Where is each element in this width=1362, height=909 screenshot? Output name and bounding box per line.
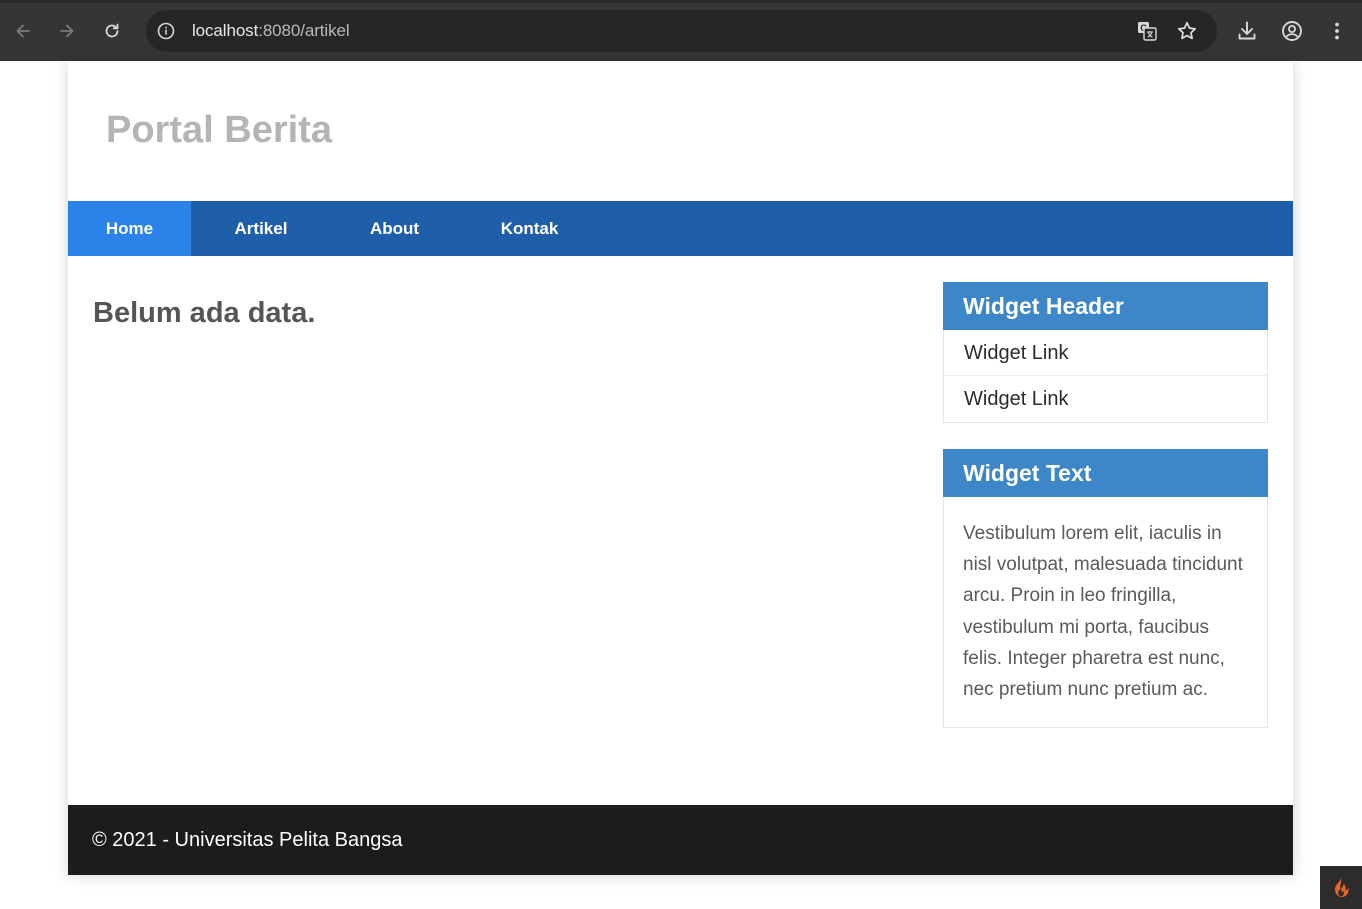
footer-copyright: © 2021 - Universitas Pelita Bangsa xyxy=(92,829,403,851)
menu-icon[interactable] xyxy=(1325,19,1349,43)
url-text[interactable]: localhost:8080/artikel xyxy=(192,21,350,41)
widget-text: Widget Text Vestibulum lorem elit, iacul… xyxy=(943,449,1268,729)
forward-button[interactable] xyxy=(52,16,82,46)
empty-state-message: Belum ada data. xyxy=(93,297,316,329)
reload-button[interactable] xyxy=(97,16,127,46)
debug-toolbar-toggle[interactable] xyxy=(1320,866,1362,909)
widget-link[interactable]: Widget Link xyxy=(944,376,1267,422)
widget-text-header: Widget Text xyxy=(943,449,1268,497)
site-header: Portal Berita xyxy=(68,61,1293,201)
reload-icon xyxy=(105,23,119,38)
forward-icon xyxy=(60,24,74,38)
download-icon[interactable] xyxy=(1235,19,1259,43)
url-host: localhost xyxy=(192,21,259,40)
profile-icon[interactable] xyxy=(1280,19,1304,43)
tab-strip-edge xyxy=(0,0,1362,3)
back-button[interactable] xyxy=(8,16,38,46)
url-path: :8080/artikel xyxy=(258,21,350,40)
nav-item-about[interactable]: About xyxy=(331,201,458,256)
flame-icon xyxy=(1335,875,1349,897)
widget-text-body: Vestibulum lorem elit, iaculis in nisl v… xyxy=(963,523,1243,701)
translate-icon[interactable]: G xyxy=(1136,20,1158,42)
address-bar[interactable]: localhost:8080/artikel G xyxy=(146,10,1217,52)
site-title: Portal Berita xyxy=(106,109,332,151)
site-footer: © 2021 - Universitas Pelita Bangsa xyxy=(68,805,1293,875)
widget-header: Widget Header xyxy=(943,282,1268,330)
back-icon xyxy=(16,24,30,38)
bookmark-star-icon[interactable] xyxy=(1176,20,1198,42)
nav-item-artikel[interactable]: Artikel xyxy=(191,201,331,256)
main-nav: Home Artikel About Kontak xyxy=(68,201,1293,256)
info-icon[interactable] xyxy=(156,21,176,41)
browser-toolbar: localhost:8080/artikel G xyxy=(0,0,1362,61)
widget-link[interactable]: Widget Link xyxy=(944,330,1267,376)
widget-links: Widget Header Widget Link Widget Link xyxy=(943,282,1268,423)
nav-item-kontak[interactable]: Kontak xyxy=(458,201,601,256)
nav-item-home[interactable]: Home xyxy=(68,201,191,256)
